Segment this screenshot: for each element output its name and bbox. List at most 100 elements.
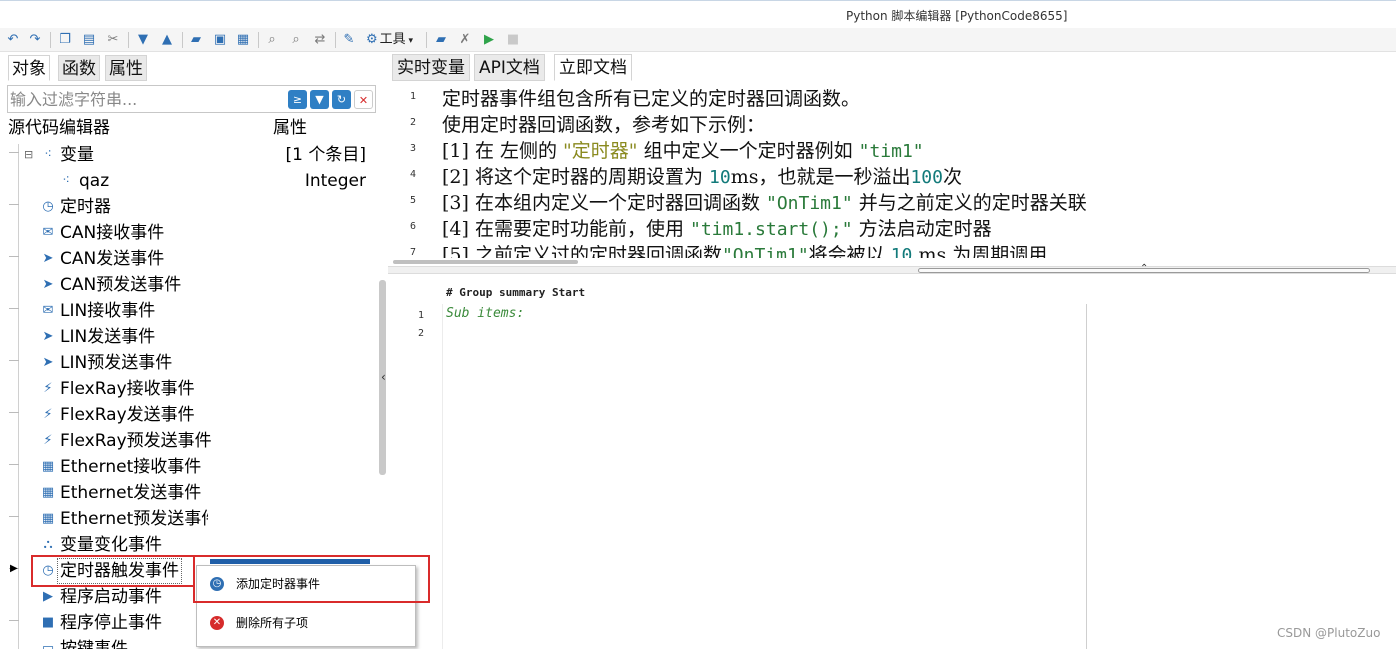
- chevron-up-icon[interactable]: ⌃: [1140, 263, 1148, 274]
- tree-item-label: Ethernet预发送事件: [60, 506, 208, 532]
- tree-item-ethernet-pretx[interactable]: ▦ Ethernet预发送事件: [24, 506, 374, 532]
- tree-item-flexray-pretx[interactable]: ⚡ FlexRay预发送事件: [24, 428, 374, 454]
- expand-toggle-icon[interactable]: ⊟: [24, 142, 33, 168]
- doc-line: 4 [2] 将这个定时器的周期设置为 10ms，也就是一秒溢出100次: [388, 164, 1388, 190]
- tree-item-variables[interactable]: ⊟ ⁖ 变量 [1 个条目]: [24, 142, 374, 168]
- code-line: Sub items:: [446, 306, 524, 321]
- mail-icon: ✉: [40, 303, 56, 319]
- flexray-icon: ⚡: [40, 433, 56, 449]
- undo-icon[interactable]: ↶: [4, 31, 22, 49]
- cut-icon[interactable]: ✂: [104, 31, 122, 49]
- doc-text-part: [5] 之前定义过的定时器回调函数: [442, 244, 722, 258]
- stop-icon[interactable]: ■: [504, 31, 522, 49]
- tree-item-lin-rx[interactable]: ✉ LIN接收事件: [24, 298, 374, 324]
- filter-input[interactable]: [10, 88, 280, 110]
- tree-item-flexray-tx[interactable]: ⚡ FlexRay发送事件: [24, 402, 374, 428]
- ethernet-icon: ▦: [40, 511, 56, 527]
- flexray-icon: ⚡: [40, 407, 56, 423]
- tab-properties[interactable]: 属性: [105, 55, 147, 81]
- copy-icon[interactable]: ❐: [56, 31, 74, 49]
- tree-item-ethernet-tx[interactable]: ▦ Ethernet发送事件: [24, 480, 374, 506]
- doc-string: "tim1.start();": [690, 219, 853, 240]
- line-number: 2: [418, 328, 424, 339]
- tree-line: [9, 204, 19, 205]
- tree-item-can-pretx[interactable]: ➤ CAN预发送事件: [24, 272, 374, 298]
- code-header-comment: # Group summary Start: [446, 286, 585, 299]
- doc-number: 100: [910, 167, 943, 188]
- find-icon[interactable]: ⌕: [263, 31, 281, 49]
- code-editor[interactable]: # Group summary Start 1 2 Sub items:: [388, 274, 1396, 649]
- toolbar-separator: [128, 32, 129, 48]
- ethernet-icon: ▦: [40, 459, 56, 475]
- doc-horizontal-scrollbar[interactable]: [393, 260, 578, 264]
- tree-item-lin-pretx[interactable]: ➤ LIN预发送事件: [24, 350, 374, 376]
- dropdown-arrow-icon: ▾: [406, 36, 413, 46]
- tree-item-qaz[interactable]: ⁖ qaz Integer: [24, 168, 374, 194]
- tree-item-ethernet-rx[interactable]: ▦ Ethernet接收事件: [24, 454, 374, 480]
- tab-immediate-doc[interactable]: 立即文档: [554, 54, 632, 81]
- toolbar-separator: [335, 32, 336, 48]
- menu-item-delete-all-children[interactable]: ✕ 删除所有子项: [197, 607, 415, 639]
- tree-item-label: CAN发送事件: [60, 246, 164, 272]
- find-replace-icon[interactable]: ⌕: [287, 31, 305, 49]
- clear-icon[interactable]: ✗: [456, 31, 474, 49]
- doc-text-part: 次: [943, 166, 962, 188]
- tab-api-doc[interactable]: API文档: [474, 54, 545, 81]
- redo-icon[interactable]: ↷: [26, 31, 44, 49]
- mail-icon: ✉: [40, 225, 56, 241]
- save-icon[interactable]: ▣: [211, 31, 229, 49]
- send-icon: ➤: [40, 277, 56, 293]
- line-number: 1: [418, 310, 424, 321]
- tree-item-flexray-rx[interactable]: ⚡ FlexRay接收事件: [24, 376, 374, 402]
- tree-item-lin-tx[interactable]: ➤ LIN发送事件: [24, 324, 374, 350]
- folder-icon[interactable]: ▰: [432, 31, 450, 49]
- toolbar: ↶ ↷ ❐ ▤ ✂ ▼ ▲ ▰ ▣ ▦ ⌕ ⌕ ⇄ ✎ ⚙工具 ▾ ▰ ✗ ▶ …: [0, 28, 1396, 52]
- toolbar-separator: [50, 32, 51, 48]
- menu-item-label: 删除所有子项: [236, 607, 308, 639]
- tree-item-label: 按键事件: [60, 636, 128, 649]
- save-all-icon[interactable]: ▦: [234, 31, 252, 49]
- replace-icon[interactable]: ⇄: [311, 31, 329, 49]
- play-icon: ▶: [40, 589, 56, 605]
- tree-item-value: Integer: [305, 168, 366, 194]
- line-number: 3: [410, 143, 416, 154]
- variable-change-icon: ⛬: [40, 537, 56, 553]
- doc-text: [3] 在本组内定义一个定时器回调函数 "OnTim1" 并与之前定义的定时器关…: [442, 190, 1087, 217]
- collapse-panel-icon[interactable]: ‹: [381, 370, 386, 384]
- tab-functions[interactable]: 函数: [58, 55, 100, 81]
- editor-splitter[interactable]: ⌃: [388, 266, 1396, 274]
- tree-item-label: CAN接收事件: [60, 220, 164, 246]
- doc-text: [2] 将这个定时器的周期设置为 10ms，也就是一秒溢出100次: [442, 164, 962, 191]
- run-icon[interactable]: ▶: [480, 31, 498, 49]
- tree-item-label: 定时器: [60, 194, 111, 220]
- edit-icon[interactable]: ✎: [340, 31, 358, 49]
- refresh-icon[interactable]: ↻: [332, 90, 351, 109]
- filter-mode-icon[interactable]: ≥: [288, 90, 307, 109]
- doc-string: "OnTim1": [722, 245, 809, 258]
- tools-label: 工具: [380, 32, 406, 47]
- gutter-border: [442, 304, 443, 649]
- current-row-arrow-icon: ▶: [10, 563, 18, 574]
- tree-line: [9, 464, 19, 465]
- move-up-icon[interactable]: ▲: [158, 31, 176, 49]
- paste-icon[interactable]: ▤: [80, 31, 98, 49]
- doc-line: 7 [5] 之前定义过的定时器回调函数"OnTim1"将会被以 10 ms 为周…: [388, 242, 1388, 258]
- tab-objects[interactable]: 对象: [8, 55, 50, 81]
- filter-dropdown-icon[interactable]: ▼: [310, 90, 329, 109]
- tree-item-can-tx[interactable]: ➤ CAN发送事件: [24, 246, 374, 272]
- move-down-icon[interactable]: ▼: [134, 31, 152, 49]
- tab-realtime-variables[interactable]: 实时变量: [392, 54, 470, 81]
- tree-line: [9, 152, 19, 153]
- tools-menu-button[interactable]: ⚙工具 ▾: [366, 31, 413, 49]
- doc-line: 6 [4] 在需要定时功能前，使用 "tim1.start();" 方法启动定时…: [388, 216, 1388, 242]
- open-icon[interactable]: ▰: [187, 31, 205, 49]
- highlight-box-tree-item: [31, 555, 195, 587]
- highlight-box-menu-item: [193, 555, 430, 603]
- tree-item-timer[interactable]: ◷ 定时器: [24, 194, 374, 220]
- doc-line: 2 使用定时器回调函数，参考如下示例：: [388, 112, 1388, 138]
- doc-text-part: [1] 在 左侧的: [442, 140, 563, 162]
- tree-item-label: 程序停止事件: [60, 610, 162, 636]
- clear-filter-icon[interactable]: ✕: [354, 90, 373, 109]
- tree-item-can-rx[interactable]: ✉ CAN接收事件: [24, 220, 374, 246]
- tree-header: 源代码编辑器 属性: [8, 117, 376, 139]
